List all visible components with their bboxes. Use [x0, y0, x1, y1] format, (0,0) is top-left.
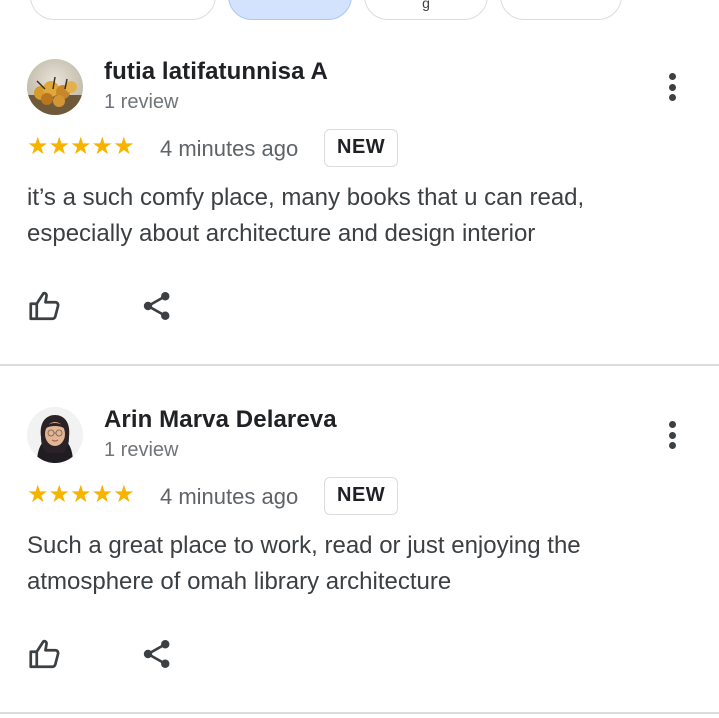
reviewer-avatar[interactable] [27, 407, 83, 463]
review-text-line: it’s a such comfy place, many books that… [27, 184, 585, 211]
filter-chip-4[interactable] [500, 0, 622, 20]
thumbs-up-icon [29, 291, 60, 321]
more-options-icon[interactable] [660, 417, 684, 453]
new-badge: NEW [324, 129, 399, 167]
review-time: 4 minutes ago [160, 484, 299, 509]
review-time: 4 minutes ago [160, 136, 299, 161]
star-rating: ★★★★★ [27, 481, 135, 508]
reviewer-name[interactable]: futia latifatunnisa A [104, 58, 328, 86]
review-divider [0, 712, 719, 714]
filter-chips-row: g [0, 0, 719, 22]
share-button[interactable] [137, 286, 177, 326]
review-text: Such a great place to work, read or just… [27, 528, 687, 600]
star-rating: ★★★★★ [27, 133, 135, 160]
reviewer-meta[interactable]: 1 review [104, 91, 178, 114]
review-text-line: atmosphere of omah library architecture [27, 568, 452, 595]
filter-chip-label: g [422, 0, 430, 11]
like-button[interactable] [25, 286, 65, 326]
filter-chip-1[interactable] [30, 0, 216, 20]
filter-chip-3[interactable]: g [364, 0, 488, 20]
like-button[interactable] [25, 634, 65, 674]
filter-chip-2-selected[interactable] [228, 0, 352, 20]
review-text: it’s a such comfy place, many books that… [27, 180, 687, 252]
share-icon [143, 292, 170, 320]
share-icon [143, 640, 170, 668]
review-text-line: Such a great place to work, read or just… [27, 532, 581, 559]
reviewer-meta[interactable]: 1 review [104, 439, 178, 462]
avatar-photo-icon [27, 407, 83, 463]
avatar-photo-icon [27, 59, 83, 115]
thumbs-up-icon [29, 639, 60, 669]
new-badge: NEW [324, 477, 399, 515]
review-text-line: especially about architecture and design… [27, 220, 536, 247]
more-options-icon[interactable] [660, 69, 684, 105]
reviewer-avatar[interactable] [27, 59, 83, 115]
share-button[interactable] [137, 634, 177, 674]
reviewer-name[interactable]: Arin Marva Delareva [104, 406, 337, 434]
review-divider [0, 364, 719, 366]
